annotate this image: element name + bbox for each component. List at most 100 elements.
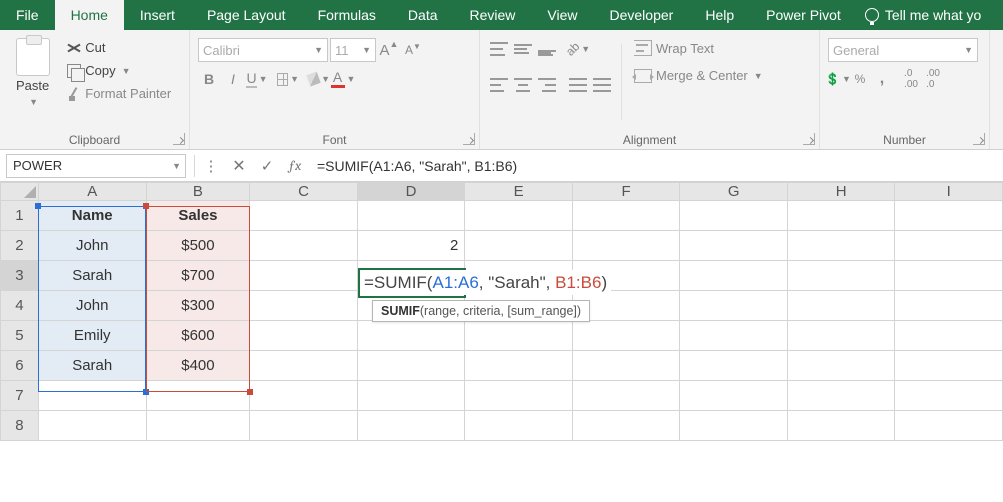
cell-H2[interactable] xyxy=(787,231,895,261)
menu-insert[interactable]: Insert xyxy=(124,0,191,30)
row-header-5[interactable]: 5 xyxy=(1,321,39,351)
row-header-4[interactable]: 4 xyxy=(1,291,39,321)
align-left-button[interactable] xyxy=(488,74,510,96)
cell-H1[interactable] xyxy=(787,201,895,231)
cell-D5[interactable] xyxy=(357,321,465,351)
cell-A8[interactable] xyxy=(38,411,146,441)
cell-A1[interactable]: Name xyxy=(38,201,146,231)
cell-B7[interactable] xyxy=(146,381,250,411)
cell-G8[interactable] xyxy=(680,411,788,441)
col-header-C[interactable]: C xyxy=(250,183,358,201)
fill-color-button[interactable]: ▼ xyxy=(308,68,330,90)
cell-C8[interactable] xyxy=(250,411,358,441)
italic-button[interactable]: I xyxy=(222,68,244,90)
dialog-launcher-icon[interactable] xyxy=(973,133,985,145)
cell-B2[interactable]: $500 xyxy=(146,231,250,261)
menu-home[interactable]: Home xyxy=(55,0,124,30)
align-top-button[interactable] xyxy=(488,38,510,60)
comma-format-button[interactable]: , xyxy=(872,70,892,88)
name-box[interactable]: POWER ▼ xyxy=(6,154,186,178)
cell-B1[interactable]: Sales xyxy=(146,201,250,231)
cell-A5[interactable]: Emily xyxy=(38,321,146,351)
cell-I5[interactable] xyxy=(895,321,1003,351)
col-header-A[interactable]: A xyxy=(38,183,146,201)
dialog-launcher-icon[interactable] xyxy=(463,133,475,145)
align-right-button[interactable] xyxy=(536,74,558,96)
enter-formula-button[interactable]: ✓ xyxy=(253,154,281,178)
cell-B4[interactable]: $300 xyxy=(146,291,250,321)
cell-B5[interactable]: $600 xyxy=(146,321,250,351)
cell-G7[interactable] xyxy=(680,381,788,411)
cell-F5[interactable] xyxy=(572,321,680,351)
cell-C6[interactable] xyxy=(250,351,358,381)
grow-font-button[interactable]: A▲ xyxy=(378,39,400,61)
copy-button[interactable]: Copy ▼ xyxy=(63,61,175,80)
cell-I1[interactable] xyxy=(895,201,1003,231)
cell-F7[interactable] xyxy=(572,381,680,411)
decrease-indent-button[interactable] xyxy=(567,74,589,96)
cell-C4[interactable] xyxy=(250,291,358,321)
cell-C3[interactable] xyxy=(250,261,358,291)
cell-A4[interactable]: John xyxy=(38,291,146,321)
row-header-8[interactable]: 8 xyxy=(1,411,39,441)
row-header-7[interactable]: 7 xyxy=(1,381,39,411)
wrap-text-button[interactable]: Wrap Text xyxy=(630,38,767,58)
cell-H7[interactable] xyxy=(787,381,895,411)
shrink-font-button[interactable]: A▼ xyxy=(402,39,424,61)
align-middle-button[interactable] xyxy=(512,38,534,60)
cell-E7[interactable] xyxy=(465,381,573,411)
col-header-D[interactable]: D xyxy=(357,183,465,201)
decrease-decimal-button[interactable]: .00.0 xyxy=(923,70,943,88)
font-size-combo[interactable]: 11 ▼ xyxy=(330,38,376,62)
range-handle-blue[interactable] xyxy=(35,203,41,209)
range-handle-blue[interactable] xyxy=(143,389,149,395)
formula-input[interactable]: =SUMIF(A1:A6, "Sarah", B1:B6) xyxy=(309,158,1003,174)
cell-E8[interactable] xyxy=(465,411,573,441)
col-header-E[interactable]: E xyxy=(465,183,573,201)
cell-H4[interactable] xyxy=(787,291,895,321)
menu-power-pivot[interactable]: Power Pivot xyxy=(750,0,857,30)
cell-I2[interactable] xyxy=(895,231,1003,261)
accounting-format-button[interactable]: 💲▼ xyxy=(828,70,848,88)
cell-H8[interactable] xyxy=(787,411,895,441)
cell-G5[interactable] xyxy=(680,321,788,351)
col-header-G[interactable]: G xyxy=(680,183,788,201)
font-color-button[interactable]: A ▼ xyxy=(332,68,354,90)
cell-C2[interactable] xyxy=(250,231,358,261)
cell-D7[interactable] xyxy=(357,381,465,411)
cell-I4[interactable] xyxy=(895,291,1003,321)
row-header-1[interactable]: 1 xyxy=(1,201,39,231)
bold-button[interactable]: B xyxy=(198,68,220,90)
menu-formulas[interactable]: Formulas xyxy=(302,0,392,30)
cell-E5[interactable] xyxy=(465,321,573,351)
cell-B3[interactable]: $700 xyxy=(146,261,250,291)
cell-F8[interactable] xyxy=(572,411,680,441)
cell-A3[interactable]: Sarah xyxy=(38,261,146,291)
cell-F6[interactable] xyxy=(572,351,680,381)
cell-I8[interactable] xyxy=(895,411,1003,441)
cell-I3[interactable] xyxy=(895,261,1003,291)
underline-button[interactable]: U▼ xyxy=(246,68,268,90)
borders-button[interactable]: ▼ xyxy=(277,68,299,90)
col-header-H[interactable]: H xyxy=(787,183,895,201)
format-painter-button[interactable]: Format Painter xyxy=(63,84,175,103)
menu-file[interactable]: File xyxy=(0,0,55,30)
cell-C1[interactable] xyxy=(250,201,358,231)
cell-E6[interactable] xyxy=(465,351,573,381)
cell-A7[interactable] xyxy=(38,381,146,411)
range-handle-red[interactable] xyxy=(247,389,253,395)
menu-help[interactable]: Help xyxy=(689,0,750,30)
menu-data[interactable]: Data xyxy=(392,0,454,30)
increase-decimal-button[interactable]: .0.00 xyxy=(901,70,921,88)
cancel-formula-button[interactable]: ✕ xyxy=(225,154,253,178)
align-bottom-button[interactable] xyxy=(536,38,558,60)
dialog-launcher-icon[interactable] xyxy=(803,133,815,145)
cell-C7[interactable] xyxy=(250,381,358,411)
cell-B8[interactable] xyxy=(146,411,250,441)
cell-I7[interactable] xyxy=(895,381,1003,411)
cell-F2[interactable] xyxy=(572,231,680,261)
cell-E2[interactable] xyxy=(465,231,573,261)
row-header-3[interactable]: 3 xyxy=(1,261,39,291)
cell-D8[interactable] xyxy=(357,411,465,441)
cell-A2[interactable]: John xyxy=(38,231,146,261)
